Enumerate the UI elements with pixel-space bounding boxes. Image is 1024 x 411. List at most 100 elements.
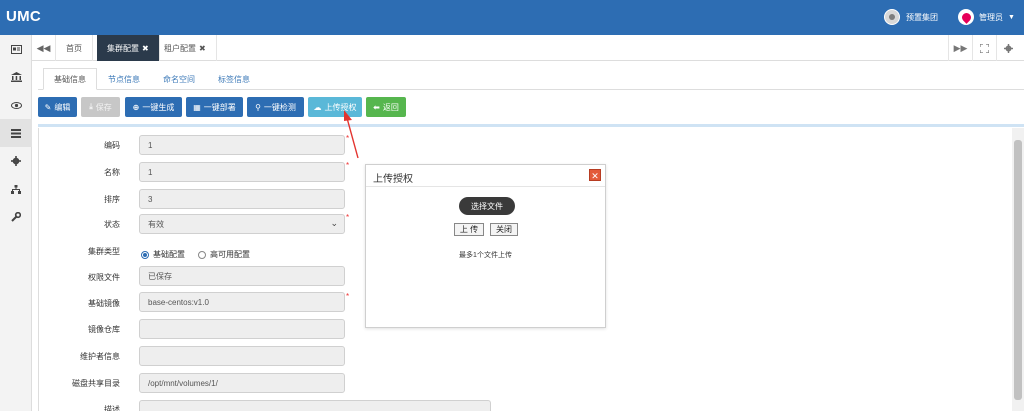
sort-value: 3 (148, 194, 153, 204)
deploy-button-label: 一键部署 (203, 102, 236, 112)
code-field: 1 (139, 135, 345, 155)
required-mark: * (346, 213, 350, 222)
base-image-label: 基础镜像 (88, 299, 120, 308)
user-menu[interactable]: 管理员 ▼ (958, 9, 1015, 25)
company-avatar-icon (884, 9, 900, 25)
scroll-left-icon[interactable]: ◀◀ (32, 35, 56, 61)
sitemap-icon[interactable] (0, 175, 32, 203)
tab-cluster-label: 集群配置 (107, 43, 139, 53)
page-tab-bar: ◀◀ 首页 集群配置 ✖ 租户配置 ✖ ▶▶ (32, 35, 1024, 61)
required-mark: * (346, 161, 350, 170)
settings-gear-icon[interactable] (996, 35, 1020, 61)
shared-dir-value: /opt/mnt/volumes/1/ (148, 378, 218, 388)
edit-button-label: 编辑 (54, 102, 71, 112)
search-icon: ⚲ (255, 102, 261, 112)
generate-button-label: 一键生成 (142, 102, 175, 112)
tab-cluster-config[interactable]: 集群配置 ✖ (97, 35, 160, 61)
radio-basic-config[interactable]: 基础配置 (141, 249, 185, 260)
radio-ha-label: 高可用配置 (210, 250, 250, 259)
close-icon[interactable]: ✖ (142, 44, 149, 53)
arrow-left-icon: ⬅ (373, 102, 380, 112)
back-button-label: 返回 (382, 102, 399, 112)
detail-sub-tabs: 基础信息 节点信息 命名空间 标签信息 (38, 68, 1024, 90)
name-value: 1 (148, 167, 153, 177)
subtab-namespace[interactable]: 命名空间 (153, 68, 205, 90)
radio-unchecked-icon[interactable] (198, 250, 206, 259)
id-card-icon[interactable] (0, 35, 32, 63)
radio-checked-icon[interactable] (141, 250, 149, 259)
dialog-header: 上传授权 ✕ (366, 165, 605, 187)
subtab-node-info[interactable]: 节点信息 (98, 68, 150, 90)
dialog-title: 上传授权 (373, 174, 413, 185)
user-name: 管理员 (979, 12, 1003, 22)
license-label: 权限文件 (88, 273, 120, 282)
bank-icon[interactable] (0, 63, 32, 91)
name-label: 名称 (104, 168, 120, 177)
upload-limit-tip: 最多1个文件上传 (459, 252, 512, 259)
wrench-icon[interactable] (0, 203, 32, 231)
deploy-button[interactable]: ▦ 一键部署 (186, 97, 243, 117)
close-icon[interactable]: ✕ (589, 169, 601, 181)
description-field[interactable] (139, 400, 491, 411)
caret-down-icon: ▼ (1008, 13, 1015, 21)
back-button[interactable]: ⬅ 返回 (366, 97, 406, 117)
status-select[interactable]: 有效 ⌄ (139, 214, 345, 234)
vertical-scrollbar[interactable] (1012, 128, 1024, 411)
chevron-down-icon: ⌄ (330, 218, 338, 228)
upload-button[interactable]: 上 传 (454, 223, 484, 236)
required-mark: * (346, 292, 350, 301)
check-button[interactable]: ⚲ 一键检测 (247, 97, 304, 117)
status-label: 状态 (104, 220, 120, 229)
grid-icon: ▦ (193, 102, 201, 112)
company-name: 预置集团 (906, 12, 938, 22)
tab-tenant-config[interactable]: 租户配置 ✖ (154, 35, 217, 61)
edit-button[interactable]: ✎ 编辑 (38, 97, 77, 117)
shared-dir-label: 磁盘共享目录 (72, 379, 120, 388)
annotation-arrow-icon (344, 110, 359, 159)
choose-file-button[interactable]: 选择文件 (459, 197, 515, 215)
code-label: 编码 (104, 141, 120, 150)
scrollbar-thumb[interactable] (1014, 140, 1022, 400)
base-image-field[interactable]: base-centos:v1.0 (139, 292, 345, 312)
upload-auth-dialog: 上传授权 ✕ 选择文件 上 传 关闭 最多1个文件上传 (365, 164, 606, 328)
sort-field: 3 (139, 189, 345, 209)
generate-button[interactable]: ⊕ 一键生成 (125, 97, 182, 117)
top-header: UMC 预置集团 管理员 ▼ (0, 0, 1024, 35)
save-button[interactable]: ⤓ 保存 (81, 97, 120, 117)
license-field: 已保存 (139, 266, 345, 286)
location-pin-icon (958, 9, 974, 25)
left-sidebar (0, 35, 32, 411)
tab-tenant-label: 租户配置 (164, 43, 196, 53)
subtab-tag-info[interactable]: 标签信息 (208, 68, 260, 90)
shared-dir-field[interactable]: /opt/mnt/volumes/1/ (139, 373, 345, 393)
code-value: 1 (148, 140, 153, 150)
company-switcher[interactable]: 预置集团 (884, 9, 938, 25)
sort-label: 排序 (104, 195, 120, 204)
tab-home[interactable]: 首页 (56, 35, 93, 61)
tab-home-label: 首页 (66, 43, 82, 53)
maintainer-label: 维护者信息 (80, 352, 120, 361)
license-value: 已保存 (148, 271, 172, 281)
gear-icon[interactable] (0, 147, 32, 175)
subtab-basic-info[interactable]: 基础信息 (43, 68, 97, 90)
close-icon[interactable]: ✖ (199, 44, 206, 53)
dialog-close-button[interactable]: 关闭 (490, 223, 518, 236)
base-image-value: base-centos:v1.0 (148, 297, 209, 307)
cluster-type-label: 集群类型 (88, 247, 120, 256)
eye-icon[interactable] (0, 91, 32, 119)
cloud-upload-icon: ☁ (313, 102, 322, 112)
edit-icon: ✎ (44, 102, 52, 112)
scroll-right-icon[interactable]: ▶▶ (948, 35, 972, 61)
radio-ha-config[interactable]: 高可用配置 (198, 249, 250, 260)
description-label: 描述 (104, 405, 120, 411)
content-divider (38, 124, 1024, 127)
maintainer-field[interactable] (139, 346, 345, 366)
app-logo: UMC (6, 8, 42, 25)
image-repo-label: 镜像仓库 (88, 325, 120, 334)
fullscreen-icon[interactable] (972, 35, 996, 61)
image-repo-field[interactable] (139, 319, 345, 339)
download-icon: ⤓ (89, 102, 93, 111)
check-button-label: 一键检测 (263, 102, 296, 112)
save-button-label: 保存 (95, 102, 112, 112)
list-icon[interactable] (0, 119, 32, 147)
